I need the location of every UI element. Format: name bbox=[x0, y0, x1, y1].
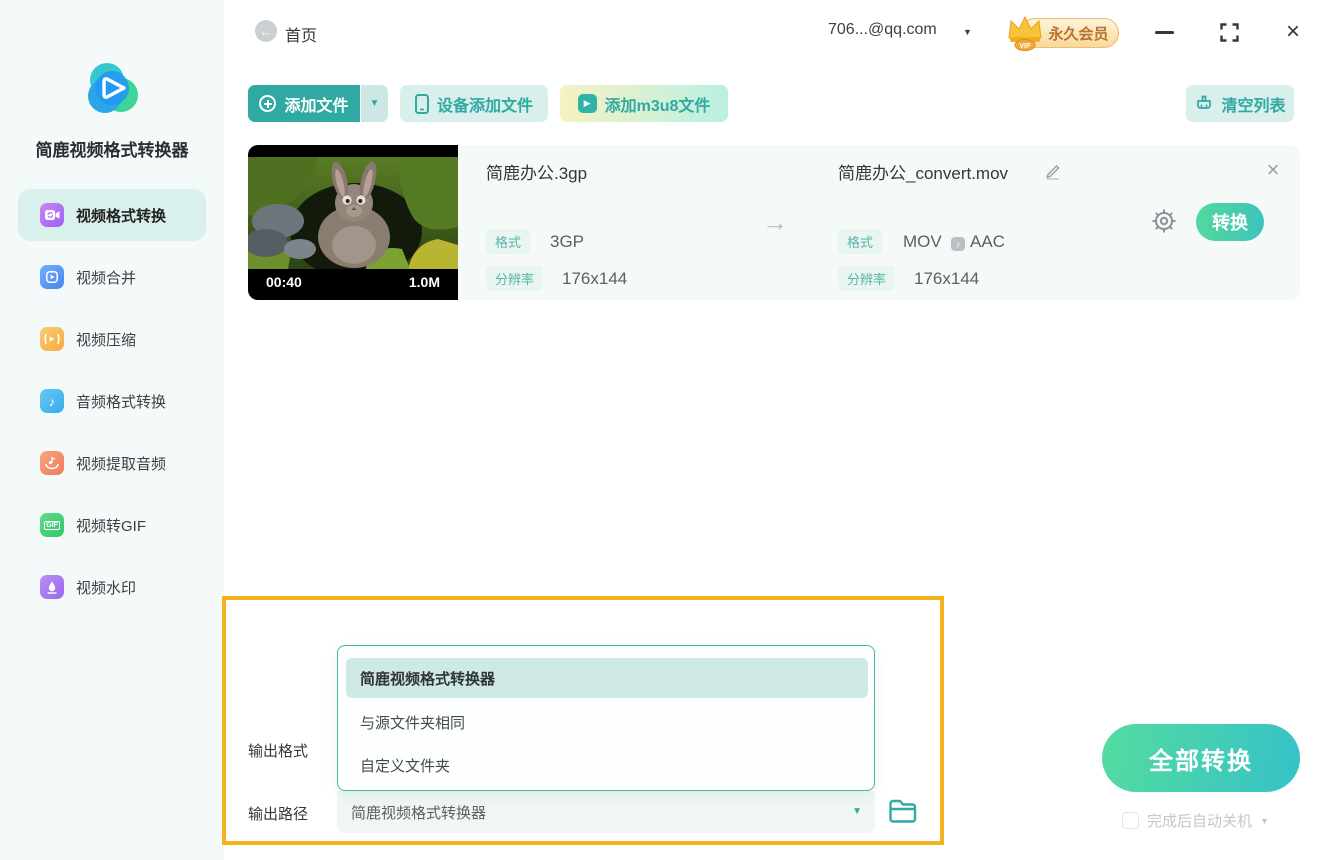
account-caret-icon[interactable]: ▼ bbox=[963, 27, 972, 37]
format-tag: 格式 bbox=[486, 229, 531, 254]
add-from-device-button[interactable]: 设备添加文件 bbox=[400, 85, 548, 122]
add-file-label: 添加文件 bbox=[284, 97, 349, 115]
sidebar-item-video-to-gif[interactable]: GIF 视频转GIF bbox=[18, 499, 206, 551]
back-arrow-icon: ← bbox=[259, 23, 273, 39]
clear-list-button[interactable]: 清空列表 bbox=[1186, 85, 1294, 122]
source-resolution-value: 176x144 bbox=[562, 269, 628, 288]
video-compress-icon bbox=[40, 327, 64, 351]
add-file-dropdown-button[interactable]: ▼ bbox=[361, 85, 388, 122]
settings-gear-icon[interactable] bbox=[1150, 207, 1178, 235]
file-row: 00:40 1.0M 简鹿办公.3gp 格式 3GP 分辨率 176x144 →… bbox=[248, 145, 1300, 300]
plus-icon bbox=[259, 95, 277, 112]
output-format-label: 输出格式 bbox=[248, 743, 309, 760]
output-format-value: MOV bbox=[903, 232, 942, 251]
watermark-icon bbox=[40, 575, 64, 599]
close-window-button[interactable]: × bbox=[1279, 18, 1307, 46]
close-icon: × bbox=[1266, 157, 1280, 182]
dropdown-option-custom-folder[interactable]: 自定义文件夹 bbox=[346, 745, 868, 785]
dropdown-option-same-as-source[interactable]: 与源文件夹相同 bbox=[346, 702, 868, 742]
edit-name-icon[interactable] bbox=[1044, 162, 1062, 180]
app-title: 简鹿视频格式转换器 bbox=[35, 141, 189, 160]
output-path-dropdown: 简鹿视频格式转换器 与源文件夹相同 自定义文件夹 bbox=[337, 645, 875, 791]
sidebar-item-video-merge[interactable]: 视频合并 bbox=[18, 251, 206, 303]
video-duration: 00:40 bbox=[266, 274, 302, 290]
gif-icon: GIF bbox=[40, 513, 64, 537]
shutdown-caret-icon[interactable]: ▼ bbox=[1260, 816, 1269, 826]
sidebar-item-label: 视频提取音频 bbox=[76, 455, 167, 473]
play-glyph: ▶ bbox=[583, 98, 591, 108]
shutdown-label: 完成后自动关机 bbox=[1147, 813, 1253, 830]
note-glyph: ♪ bbox=[955, 239, 961, 249]
back-button[interactable]: ← bbox=[255, 20, 277, 42]
sidebar-item-video-format-convert[interactable]: 视频格式转换 bbox=[18, 189, 206, 241]
page-title: 首页 bbox=[285, 28, 318, 45]
vip-crown-icon: VIP bbox=[1008, 15, 1042, 51]
format-tag: 格式 bbox=[838, 229, 883, 254]
source-file-name: 简鹿办公.3gp bbox=[486, 164, 588, 183]
gif-icon-label: GIF bbox=[44, 520, 60, 530]
convert-button[interactable]: 转换 bbox=[1196, 203, 1264, 241]
remove-file-button[interactable]: × bbox=[1260, 157, 1286, 183]
vip-badge[interactable]: 永久会员 VIP bbox=[1003, 12, 1119, 52]
shutdown-checkbox[interactable] bbox=[1122, 812, 1139, 829]
sidebar-menu: 视频格式转换 视频合并 视频压缩 ♪ 音频格式转换 视频提取音频 GIF 视频转… bbox=[0, 189, 224, 623]
select-caret-icon: ▼ bbox=[852, 806, 862, 817]
sidebar-item-label: 视频转GIF bbox=[76, 517, 146, 535]
broom-icon bbox=[1197, 95, 1212, 109]
account-email[interactable]: 706...@qq.com bbox=[828, 21, 937, 39]
sidebar-item-label: 视频水印 bbox=[76, 579, 137, 597]
shutdown-after-row: 完成后自动关机 ▼ bbox=[1122, 810, 1269, 831]
m3u8-file-icon: ▶ bbox=[577, 94, 597, 113]
output-path-label: 输出路径 bbox=[248, 806, 309, 823]
close-icon: × bbox=[1285, 18, 1300, 45]
dropdown-option-app-folder[interactable]: 简鹿视频格式转换器 bbox=[346, 658, 868, 698]
add-m3u8-label: 添加m3u8文件 bbox=[604, 97, 711, 115]
sidebar-item-extract-audio[interactable]: 视频提取音频 bbox=[18, 437, 206, 489]
add-m3u8-button[interactable]: ▶ 添加m3u8文件 bbox=[560, 85, 728, 122]
output-path-value: 简鹿视频格式转换器 bbox=[351, 805, 487, 822]
caret-down-icon: ▼ bbox=[369, 98, 380, 109]
video-merge-icon bbox=[40, 265, 64, 289]
output-resolution-value: 176x144 bbox=[914, 269, 980, 288]
add-file-button[interactable]: 添加文件 bbox=[248, 85, 360, 122]
output-path-select[interactable]: 简鹿视频格式转换器 ▼ bbox=[337, 791, 875, 833]
convert-arrow-icon: → bbox=[762, 207, 788, 237]
phone-icon bbox=[414, 93, 429, 114]
minimize-icon bbox=[1154, 30, 1174, 34]
sidebar-item-label: 音频格式转换 bbox=[76, 393, 167, 411]
note-glyph: ♪ bbox=[48, 393, 56, 409]
minimize-button[interactable] bbox=[1150, 18, 1178, 46]
video-convert-icon bbox=[40, 203, 64, 227]
app-logo-icon bbox=[81, 58, 143, 120]
sidebar-item-video-watermark[interactable]: 视频水印 bbox=[18, 561, 206, 613]
video-filesize: 1.0M bbox=[408, 274, 440, 290]
output-file-name: 简鹿办公_convert.mov bbox=[838, 164, 1009, 183]
sidebar-item-label: 视频格式转换 bbox=[76, 207, 167, 225]
convert-all-button[interactable]: 全部转换 bbox=[1102, 724, 1300, 792]
extract-audio-icon bbox=[40, 451, 64, 475]
sidebar: 简鹿视频格式转换器 视频格式转换 视频合并 视频压缩 ♪ 音频格式转换 视频提取… bbox=[0, 0, 224, 860]
resolution-tag: 分辨率 bbox=[838, 266, 896, 291]
clear-list-label: 清空列表 bbox=[1221, 97, 1286, 115]
output-audio-value: AAC bbox=[970, 232, 1005, 251]
svg-text:VIP: VIP bbox=[1019, 43, 1031, 50]
maximize-icon bbox=[1219, 22, 1239, 42]
resolution-tag: 分辨率 bbox=[486, 266, 544, 291]
source-format-value: 3GP bbox=[550, 232, 585, 251]
add-from-device-label: 设备添加文件 bbox=[436, 97, 533, 115]
maximize-button[interactable] bbox=[1215, 18, 1243, 46]
sidebar-item-video-compress[interactable]: 视频压缩 bbox=[18, 313, 206, 365]
video-thumbnail[interactable]: 00:40 1.0M bbox=[248, 145, 458, 300]
audio-codec-icon: ♪ bbox=[951, 237, 965, 251]
sidebar-item-audio-format-convert[interactable]: ♪ 音频格式转换 bbox=[18, 375, 206, 427]
sidebar-item-label: 视频压缩 bbox=[76, 331, 137, 349]
audio-convert-icon: ♪ bbox=[40, 389, 64, 413]
sidebar-item-label: 视频合并 bbox=[76, 269, 137, 287]
app-window: 简鹿视频格式转换器 视频格式转换 视频合并 视频压缩 ♪ 音频格式转换 视频提取… bbox=[0, 0, 1326, 860]
browse-folder-icon[interactable] bbox=[888, 797, 918, 825]
